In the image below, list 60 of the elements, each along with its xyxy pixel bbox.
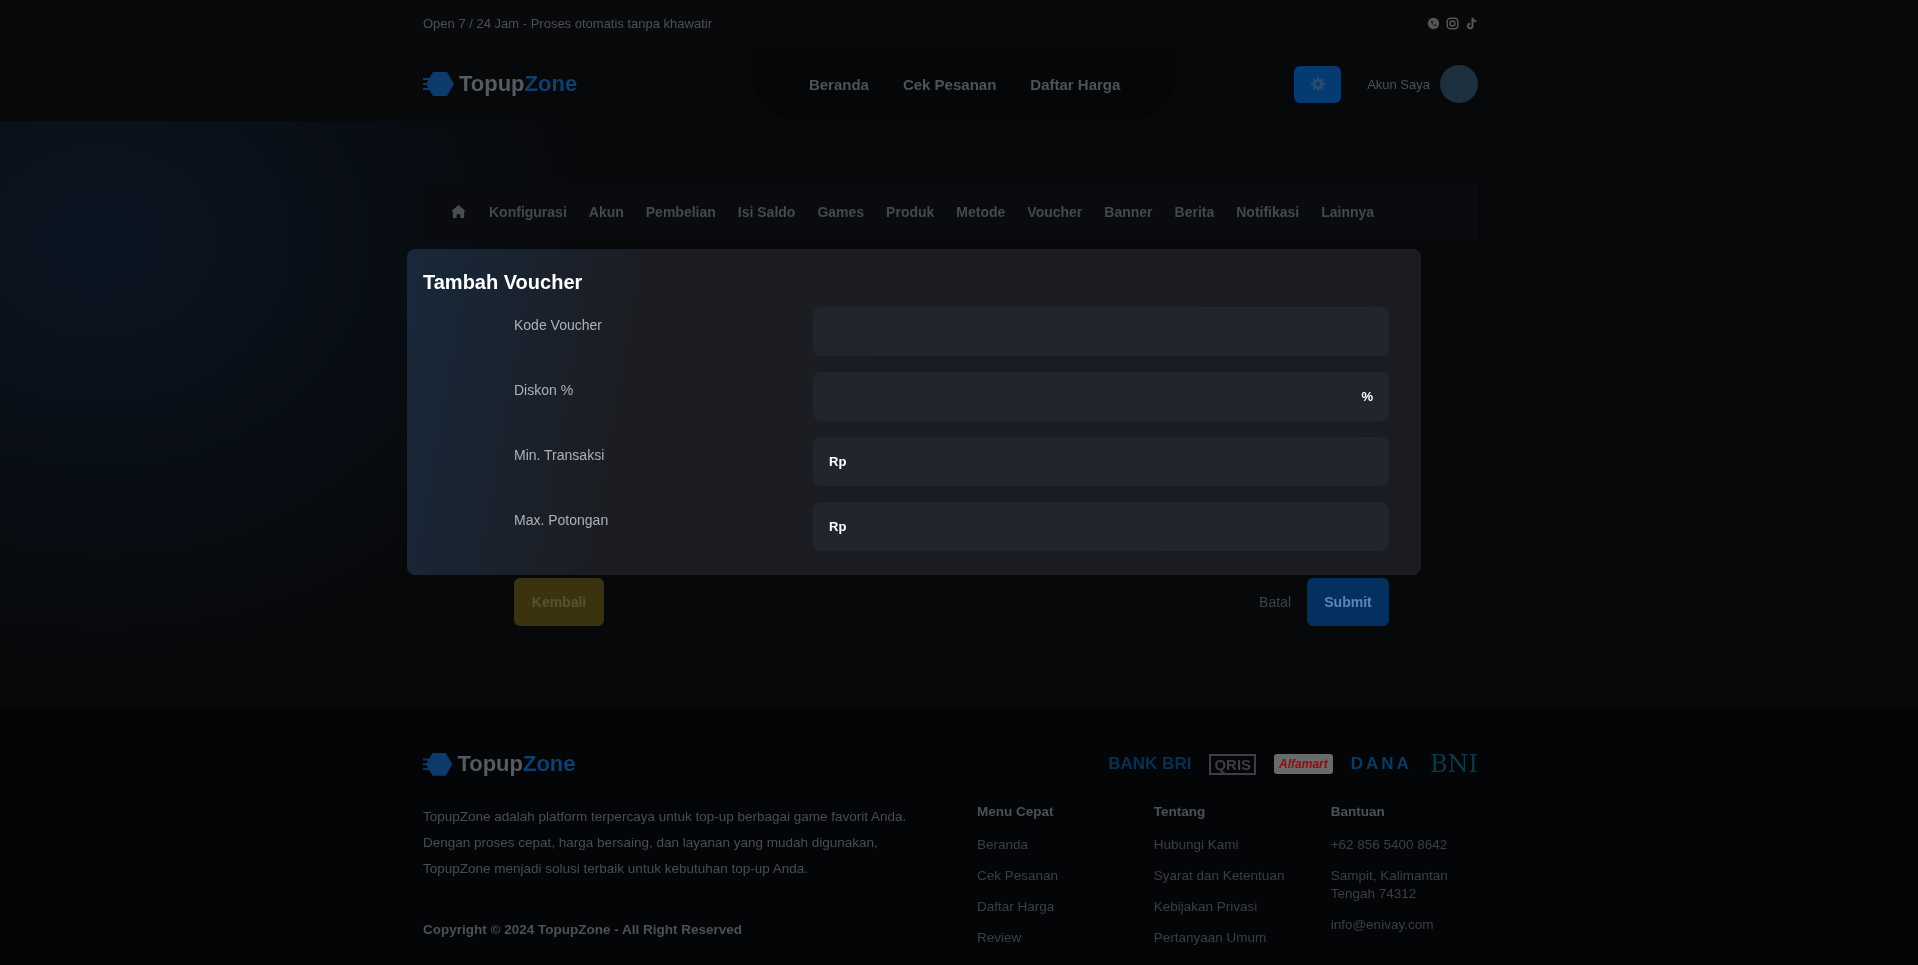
payment-logo: BANK BRI <box>1108 754 1192 774</box>
payment-logo: Alfamart <box>1274 754 1333 774</box>
footer-heading: Tentang <box>1153 804 1207 819</box>
copyright-text: Copyright © 2024 TopupZone - All Right Reserved <box>423 922 743 937</box>
nav-link[interactable]: Cek Pesanan <box>902 75 997 93</box>
admin-menu-item[interactable]: Notifikasi <box>1236 203 1300 220</box>
percent-suffix: % <box>1361 389 1373 404</box>
payment-logo: DANA <box>1350 754 1412 774</box>
footer-link[interactable]: Sampit, Kalimantan Tengah 74312 <box>1330 867 1478 903</box>
payment-logo: BNI <box>1429 750 1478 778</box>
admin-menu-item[interactable]: Voucher <box>1027 203 1083 220</box>
input-field[interactable]: Rp <box>813 437 1389 486</box>
footer-link[interactable]: Pertanyaan Umum <box>1153 929 1331 947</box>
input-field[interactable]: % <box>813 372 1389 421</box>
home-icon[interactable] <box>450 204 467 219</box>
admin-menu-item[interactable]: Metode <box>956 203 1006 220</box>
footer-heading: Menu Cepat <box>976 804 1055 819</box>
site-logo[interactable]: TopupZone <box>423 70 578 98</box>
submit-button[interactable]: Submit <box>1307 578 1389 626</box>
footer-link[interactable]: Kebijakan Privasi <box>1153 898 1331 916</box>
field-label: Max. Potongan <box>514 511 610 530</box>
footer-heading: Bantuan <box>1330 804 1386 819</box>
field-label: Kode Voucher <box>514 316 603 335</box>
nav-link[interactable]: Beranda <box>808 75 869 93</box>
instagram-icon[interactable] <box>1446 17 1459 30</box>
admin-menu-item[interactable]: Akun <box>588 203 624 220</box>
input-field[interactable]: Rp <box>813 502 1389 551</box>
footer-link[interactable]: +62 856 5400 8642 <box>1330 836 1478 854</box>
footer-link[interactable]: Cek Pesanan <box>976 867 1154 885</box>
field-label: Diskon % <box>514 381 575 400</box>
field-label: Min. Transaksi <box>514 446 606 465</box>
settings-button[interactable] <box>1294 65 1342 103</box>
footer-link[interactable]: Review <box>976 929 1154 947</box>
footer-description: TopupZone adalah platform terpercaya untuk top-up berbagai game favorit Anda. Dengan proses cepat, harga bersaing, dan layanan yang mudah digunakan, TopupZone menjadi solusi terbaik untuk kebutuhan top-up Anda. <box>423 808 908 878</box>
admin-menu-item[interactable]: Pembelian <box>645 203 716 220</box>
admin-menu-item[interactable]: Banner <box>1104 203 1153 220</box>
cancel-button[interactable]: Batal <box>1253 578 1297 626</box>
nav-link[interactable]: Daftar Harga <box>1030 75 1121 93</box>
currency-prefix: Rp <box>829 519 847 534</box>
avatar[interactable] <box>1440 65 1478 103</box>
footer-link[interactable]: Daftar Harga <box>976 898 1154 916</box>
admin-menu-item[interactable]: Games <box>817 203 865 220</box>
account-link[interactable]: Akun Saya <box>1367 76 1430 92</box>
admin-menu-item[interactable]: Isi Saldo <box>737 203 796 220</box>
currency-prefix: Rp <box>829 454 847 469</box>
tiktok-icon[interactable] <box>1465 17 1478 30</box>
footer-link[interactable]: info@enivay.com <box>1330 916 1478 934</box>
opening-hours-text: Open 7 / 24 Jam - Proses otomatis tanpa khawatir <box>423 16 713 31</box>
footer-link[interactable]: Hubungi Kami <box>1153 836 1331 854</box>
payment-logo: QRIS <box>1209 753 1257 775</box>
admin-menu-item[interactable]: Produk <box>886 203 935 220</box>
admin-menu-item[interactable]: Berita <box>1174 203 1215 220</box>
admin-menu-item[interactable]: Lainnya <box>1321 203 1375 220</box>
settings-icon <box>1310 77 1325 91</box>
modal-title: Tambah Voucher <box>423 271 584 294</box>
footer-link[interactable]: Syarat dan Ketentuan <box>1153 867 1331 885</box>
whatsapp-icon[interactable] <box>1427 17 1440 30</box>
admin-menu-item[interactable]: Konfigurasi <box>489 203 567 220</box>
site-logo[interactable]: TopupZone <box>423 750 576 778</box>
footer-link[interactable]: Beranda <box>976 836 1154 854</box>
